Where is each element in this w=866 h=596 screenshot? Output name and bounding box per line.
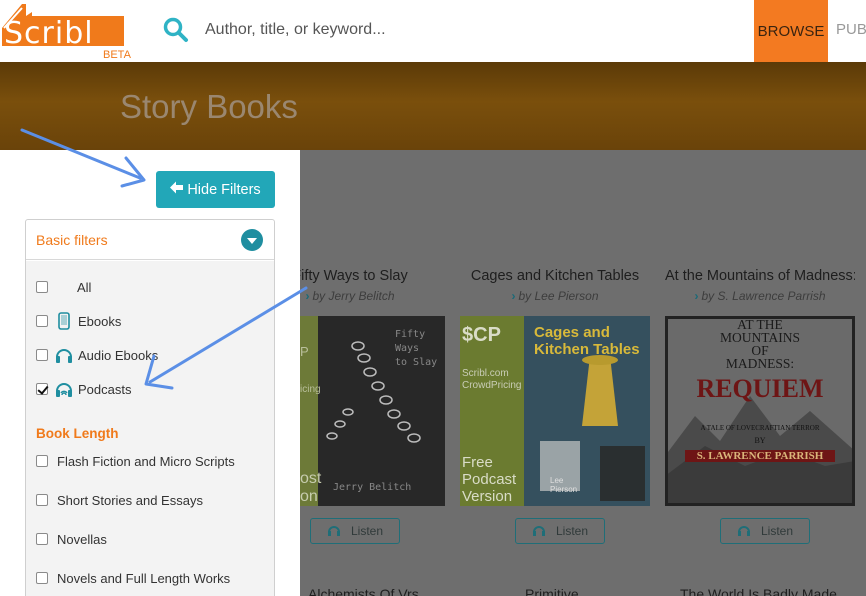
listen-label: Listen — [760, 524, 794, 538]
tablet-icon — [55, 311, 73, 331]
listen-button[interactable]: Listen — [310, 518, 400, 544]
listen-label: Listen — [555, 524, 589, 538]
checkbox[interactable] — [36, 349, 48, 361]
cover-by-text: BY — [754, 436, 766, 445]
book-author-text: by S. Lawrence Parrish — [701, 289, 826, 303]
browse-button[interactable]: BROWSE — [754, 0, 828, 62]
filter-option-label: Short Stories and Essays — [57, 492, 203, 508]
filter-option-flash-fiction[interactable]: Flash Fiction and Micro Scripts — [36, 451, 235, 471]
book-author-text: by Lee Pierson — [518, 289, 599, 303]
book-author-text: by Jerry Belitch — [312, 289, 395, 303]
cover-title-text: Fifty Ways to Slay — [395, 329, 438, 368]
scribl-logo[interactable]: Scribl BETA — [2, 2, 131, 61]
filter-option-label: All — [77, 279, 92, 295]
search-icon[interactable] — [163, 17, 189, 43]
chevron-right-icon: › — [511, 289, 516, 303]
filter-options: All Ebooks Audio Ebooks Podcasts Book Le… — [26, 261, 274, 596]
book-cover[interactable]: AT THE MOUNTAINS OF MADNESS: REQUIEM A T… — [665, 316, 855, 506]
cover-side-text: on — [300, 488, 318, 505]
cover-side-logo: P — [300, 344, 309, 359]
top-navigation-bar: Scribl BETA BROWSE PUB — [0, 0, 866, 62]
book-title[interactable]: Cages and Kitchen Tables — [455, 268, 655, 284]
logo-text: Scribl — [4, 16, 94, 51]
basic-filters-label: Basic filters — [36, 232, 108, 248]
arrow-left-icon — [170, 181, 184, 198]
checkbox[interactable] — [36, 455, 48, 467]
filter-option-label: Podcasts — [78, 381, 132, 397]
cover-title-text: Cages and Kitchen Tables — [534, 324, 640, 358]
cover-side-text: ost — [300, 470, 322, 487]
book-title[interactable]: The World Is Badly Made — [680, 586, 837, 596]
headphones-icon — [55, 345, 73, 365]
filter-option-podcasts[interactable]: Podcasts — [36, 379, 131, 399]
checkbox[interactable] — [36, 281, 48, 293]
basic-filters-header[interactable]: Basic filters — [26, 220, 274, 260]
book-title[interactable]: Alchemists Of Vrs — [308, 586, 419, 596]
checkbox[interactable] — [36, 533, 48, 545]
cover-author-text: Lee Pierson — [550, 476, 578, 494]
book-author[interactable]: › by Lee Pierson — [460, 289, 650, 303]
cover-author-text: Jerry Belitch — [333, 482, 412, 493]
chevron-down-icon[interactable] — [241, 229, 263, 251]
cover-side-text: icing — [300, 384, 321, 395]
cover-subtext: Scribl.com CrowdPricing — [462, 368, 522, 391]
headphones-icon — [737, 524, 751, 539]
basic-filters-box: Basic filters All Ebooks Audio Ebooks Po… — [25, 219, 275, 596]
filter-option-label: Flash Fiction and Micro Scripts — [57, 453, 235, 469]
filter-option-label: Novellas — [57, 531, 107, 547]
book-length-heading: Book Length — [36, 426, 119, 441]
headphones-icon — [532, 524, 546, 539]
book-author[interactable]: › by S. Lawrence Parrish — [665, 289, 855, 303]
filter-option-label: Audio Ebooks — [78, 347, 159, 363]
book-grid: Fifty Ways to Slay › by Jerry Belitch Fi… — [292, 150, 866, 596]
book-cover[interactable]: $CP Scribl.com CrowdPricing Free Podcast… — [460, 316, 650, 506]
podcast-icon — [55, 379, 73, 399]
listen-button[interactable]: Listen — [720, 518, 810, 544]
chevron-right-icon: › — [305, 289, 310, 303]
book-title[interactable]: At the Mountains of Madness: Requiem — [665, 268, 855, 284]
cover-tagline: A TALE OF LOVECRAFTIAN TERROR — [700, 424, 820, 432]
page-banner: Story Books — [0, 62, 866, 150]
book-title[interactable]: Primitive — [525, 586, 579, 596]
cover-requiem-text: REQUIEM — [696, 374, 824, 403]
hide-filters-label: Hide Filters — [187, 181, 261, 198]
listen-button[interactable]: Listen — [515, 518, 605, 544]
checkbox[interactable] — [36, 494, 48, 506]
page-title: Story Books — [120, 88, 298, 125]
filter-option-audio-ebooks[interactable]: Audio Ebooks — [36, 345, 158, 365]
filter-option-novels[interactable]: Novels and Full Length Works — [36, 568, 230, 588]
filter-option-label: Novels and Full Length Works — [57, 570, 231, 586]
hide-filters-button[interactable]: Hide Filters — [156, 171, 275, 208]
search-input[interactable] — [205, 14, 625, 46]
checkbox[interactable] — [36, 315, 48, 327]
filter-option-novellas[interactable]: Novellas — [36, 529, 107, 549]
filter-panel: Hide Filters Basic filters All Ebooks Au… — [0, 150, 300, 596]
chevron-right-icon: › — [694, 289, 699, 303]
filter-option-label: Ebooks — [78, 313, 122, 329]
filter-option-short-stories[interactable]: Short Stories and Essays — [36, 490, 203, 510]
checkbox-checked[interactable] — [36, 383, 48, 395]
beta-label: BETA — [103, 49, 131, 61]
cover-logo: $CP — [462, 324, 501, 346]
listen-label: Listen — [350, 524, 384, 538]
cover-title-text: AT THE MOUNTAINS OF MADNESS: — [720, 317, 800, 371]
filter-option-ebooks[interactable]: Ebooks — [36, 311, 121, 331]
cover-author-text: S. LAWRENCE PARRISH — [685, 450, 835, 462]
checkbox[interactable] — [36, 572, 48, 584]
cover-free-label: Free Podcast Version — [462, 454, 517, 505]
filter-option-all[interactable]: All — [36, 277, 91, 297]
headphones-icon — [327, 524, 341, 539]
book-cover[interactable]: Fifty Ways to Slay Jerry Belitch P icing… — [300, 316, 445, 506]
publish-link[interactable]: PUB — [836, 21, 866, 38]
